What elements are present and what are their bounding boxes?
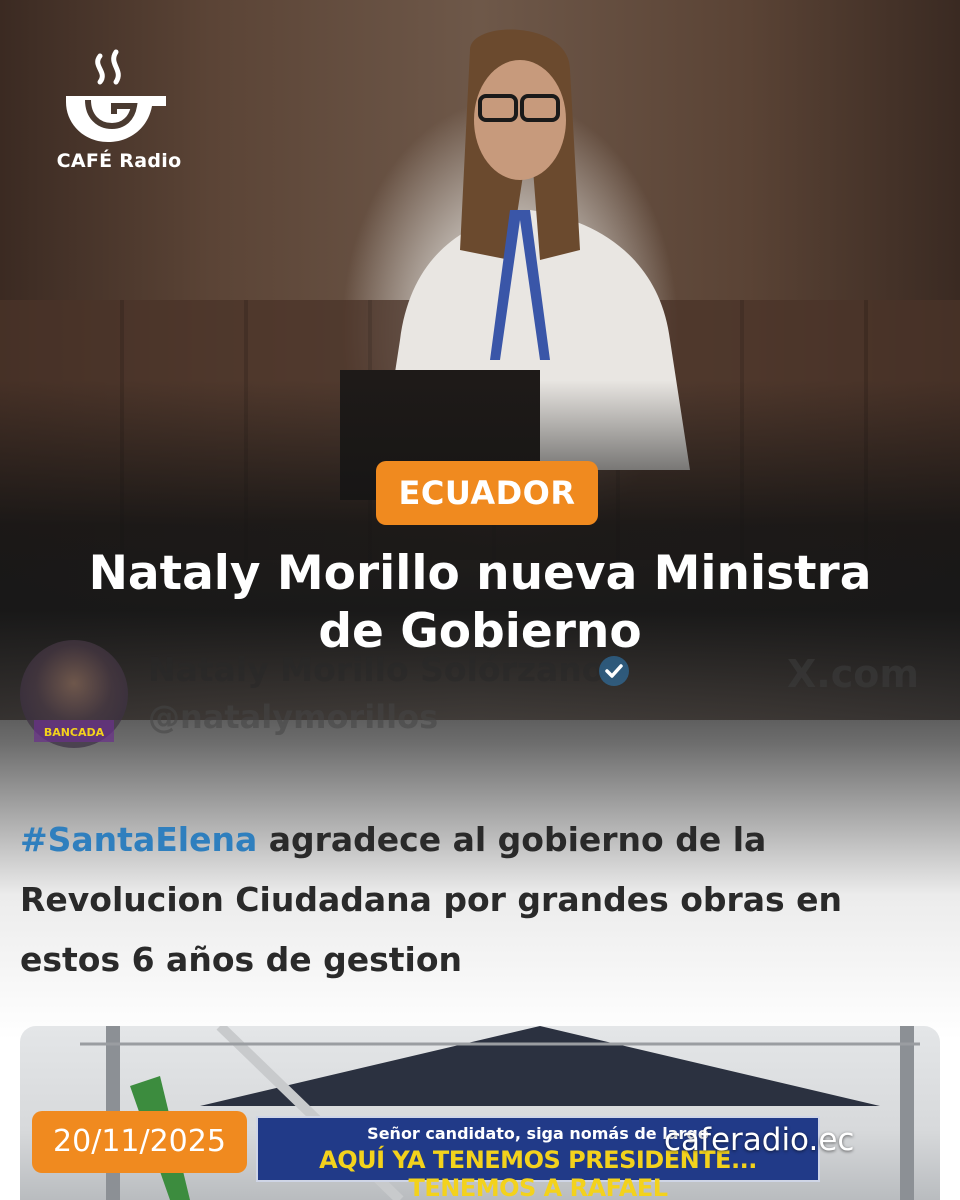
avatar-bancada-badge: BANCADA: [34, 720, 114, 742]
date-badge: 20/11/2025: [32, 1111, 247, 1173]
headline: Nataly Morillo nueva Ministra de Gobiern…: [30, 545, 930, 661]
verified-badge-icon: [599, 656, 629, 686]
website-link[interactable]: caferadio.ec: [664, 1122, 854, 1158]
hashtag-link[interactable]: #SantaElena: [20, 820, 257, 859]
tweet-display-name[interactable]: Nataly Morillo Solórzano: [148, 650, 604, 689]
tweet-source-label: X.com: [787, 652, 919, 696]
tweet-text: #SantaElena agradece al gobierno de la R…: [20, 810, 940, 990]
headline-line-1: Nataly Morillo nueva Ministra: [88, 546, 872, 601]
brand-name: CAFÉ Radio: [56, 150, 182, 172]
avatar-label: BANCADA: [44, 726, 105, 739]
tweet-handle[interactable]: @natalymorillos: [148, 698, 438, 736]
category-tag: ECUADOR: [376, 461, 598, 525]
